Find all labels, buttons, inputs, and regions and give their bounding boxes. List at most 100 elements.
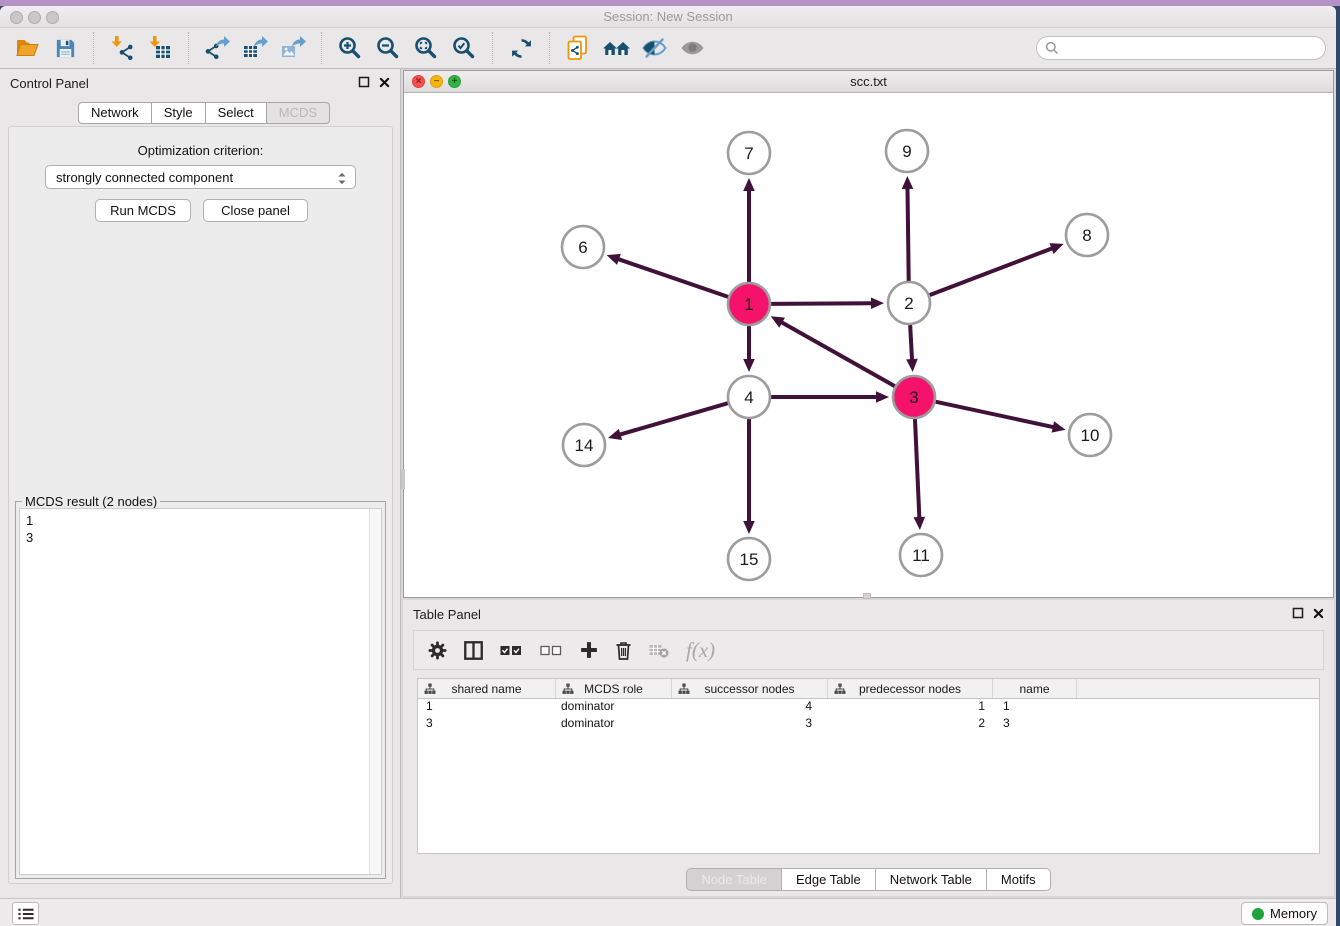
cell-name[interactable]: 1 <box>993 699 1077 716</box>
close-panel-icon[interactable] <box>379 77 390 88</box>
graph-edge-3-1[interactable] <box>780 322 894 387</box>
cell-mcds-role[interactable]: dominator <box>556 699 672 716</box>
eye-slash-icon <box>641 35 668 61</box>
canvas-resize-handle[interactable] <box>863 593 871 599</box>
status-bar: Memory <box>0 898 1336 926</box>
export-table-button[interactable] <box>236 31 274 65</box>
graph-edge-2-3[interactable] <box>910 325 912 361</box>
network-close-button[interactable]: × <box>412 75 425 88</box>
zoom-in-button[interactable] <box>331 31 369 65</box>
graph-edge-arrowhead <box>607 254 621 265</box>
cell-shared-name[interactable]: 1 <box>418 699 556 716</box>
save-session-button[interactable] <box>46 31 84 65</box>
window-close-button[interactable] <box>10 11 23 24</box>
cell-name[interactable]: 3 <box>993 716 1077 733</box>
column-header-predecessor-nodes[interactable]: predecessor nodes <box>828 679 993 698</box>
mcds-result-list[interactable]: 1 3 <box>19 508 382 875</box>
trash-icon[interactable] <box>615 641 632 660</box>
memory-button[interactable]: Memory <box>1241 902 1328 925</box>
tab-style[interactable]: Style <box>152 102 206 124</box>
column-label: successor nodes <box>704 682 794 696</box>
control-panel: Control Panel Network Style Select MCDS … <box>0 69 401 898</box>
clone-network-button[interactable] <box>559 31 597 65</box>
export-image-button[interactable] <box>274 31 312 65</box>
close-panel-button[interactable]: Close panel <box>203 199 308 222</box>
combo-chevrons-icon <box>335 170 349 187</box>
column-header-name[interactable]: name <box>993 679 1077 698</box>
open-session-button[interactable] <box>8 31 46 65</box>
window-titlebar[interactable]: Session: New Session <box>0 6 1336 28</box>
search-box[interactable] <box>1036 36 1326 60</box>
cell-predecessor-nodes[interactable]: 2 <box>828 716 993 733</box>
zoom-fit-button[interactable] <box>407 31 445 65</box>
graph-edge-3-10[interactable] <box>936 402 1055 428</box>
select-all-icon[interactable] <box>500 642 523 658</box>
refresh-layout-button[interactable] <box>502 31 540 65</box>
optimization-criterion-select[interactable]: strongly connected component <box>45 165 356 189</box>
graph-edge-3-11[interactable] <box>915 419 919 519</box>
cell-predecessor-nodes[interactable]: 1 <box>828 699 993 716</box>
window-minimize-button[interactable] <box>28 11 41 24</box>
tab-network-table[interactable]: Network Table <box>876 868 987 891</box>
zoom-out-button[interactable] <box>369 31 407 65</box>
window-zoom-button[interactable] <box>46 11 59 24</box>
cell-successor-nodes[interactable]: 3 <box>672 716 828 733</box>
network-graph[interactable]: 1234678910111415 <box>404 93 1333 597</box>
zoom-fit-icon <box>413 35 439 61</box>
export-network-icon <box>204 35 230 61</box>
network-overview-button[interactable] <box>597 31 635 65</box>
column-header-shared-name[interactable]: shared name <box>418 679 556 698</box>
graph-node-label-11: 11 <box>912 546 930 565</box>
column-type-icon <box>562 683 574 695</box>
network-window-titlebar[interactable]: × − + scc.txt <box>404 71 1333 93</box>
column-header-successor-nodes[interactable]: successor nodes <box>672 679 828 698</box>
task-history-button[interactable] <box>12 902 39 925</box>
graph-edge-4-14[interactable] <box>619 403 728 435</box>
graph-edge-2-9[interactable] <box>907 187 908 281</box>
network-minimize-button[interactable]: − <box>430 75 443 88</box>
network-maximize-button[interactable]: + <box>448 75 461 88</box>
graph-edge-2-8[interactable] <box>930 248 1054 295</box>
float-panel-icon[interactable] <box>1292 607 1304 619</box>
zoom-selected-button[interactable] <box>445 31 483 65</box>
gear-icon[interactable] <box>428 641 447 660</box>
graph-node-label-14: 14 <box>575 436 594 455</box>
hide-selected-button[interactable] <box>635 31 673 65</box>
toolbar-separator <box>549 32 550 64</box>
add-icon[interactable] <box>580 641 598 659</box>
import-network-button[interactable] <box>103 31 141 65</box>
float-panel-icon[interactable] <box>358 76 370 88</box>
result-scrollbar[interactable] <box>369 509 381 874</box>
app-window: Session: New Session <box>0 6 1336 926</box>
close-panel-icon[interactable] <box>1313 608 1324 619</box>
tab-mcds[interactable]: MCDS <box>267 102 330 124</box>
search-input[interactable] <box>1059 38 1325 58</box>
cell-mcds-role[interactable]: dominator <box>556 716 672 733</box>
splitter-handle[interactable] <box>401 469 405 489</box>
tab-select[interactable]: Select <box>206 102 267 124</box>
tab-edge-table[interactable]: Edge Table <box>782 868 876 891</box>
run-mcds-button[interactable]: Run MCDS <box>95 199 191 222</box>
graph-edge-arrowhead <box>914 517 926 530</box>
cell-shared-name[interactable]: 3 <box>418 716 556 733</box>
import-table-button[interactable] <box>141 31 179 65</box>
export-network-button[interactable] <box>198 31 236 65</box>
table-row[interactable]: 3 dominator 3 2 3 <box>418 716 1319 733</box>
show-eye-button[interactable] <box>673 31 711 65</box>
node-table: shared name MCDS role <box>417 678 1320 854</box>
content-area: Control Panel Network Style Select MCDS … <box>0 69 1336 898</box>
show-columns-icon[interactable] <box>464 641 483 660</box>
tab-node-table[interactable]: Node Table <box>686 868 782 891</box>
column-header-mcds-role[interactable]: MCDS role <box>556 679 672 698</box>
mcds-panel: Optimization criterion: strongly connect… <box>8 126 393 884</box>
import-table-icon <box>147 35 173 61</box>
graph-edge-1-6[interactable] <box>617 259 728 297</box>
table-row[interactable]: 1 dominator 4 1 1 <box>418 699 1319 716</box>
network-canvas[interactable]: 1234678910111415 <box>404 93 1333 597</box>
deselect-all-icon[interactable] <box>540 642 563 658</box>
cell-successor-nodes[interactable]: 4 <box>672 699 828 716</box>
tab-network[interactable]: Network <box>78 102 152 124</box>
graph-edge-1-2[interactable] <box>771 303 873 304</box>
tab-motifs[interactable]: Motifs <box>987 868 1051 891</box>
optimization-criterion-label: Optimization criterion: <box>9 143 392 158</box>
